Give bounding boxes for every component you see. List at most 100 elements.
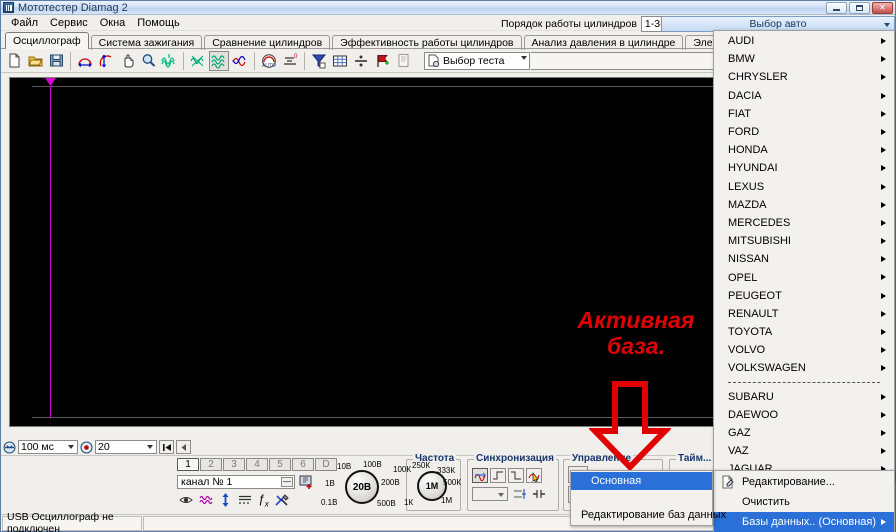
brand-item-hyundai[interactable]: HYUNDAI [714, 159, 894, 177]
open-file-icon[interactable] [25, 51, 45, 71]
line-style-icon[interactable] [238, 494, 252, 506]
db-menu-label: Базы данных.. (Основная) [742, 516, 877, 528]
brand-item-daewoo[interactable]: DAEWOO [714, 406, 894, 424]
sync-falling-edge-icon[interactable] [508, 468, 524, 483]
channel-button-2[interactable]: 2 [200, 458, 222, 471]
hand-pan-icon[interactable] [117, 51, 137, 71]
maximize-button[interactable] [849, 2, 870, 14]
tab-cylinder-comparison[interactable]: Сравнение цилиндров [204, 35, 331, 50]
scope-cursor-line[interactable] [50, 86, 51, 418]
channel-button-4[interactable]: 4 [246, 458, 268, 471]
submenu-arrow-icon [881, 165, 886, 172]
voltage-tick-3: 100В [363, 460, 382, 469]
invert-vertical-icon[interactable] [219, 493, 232, 508]
settings-tools-icon[interactable] [275, 493, 289, 507]
zero-level-icon[interactable]: 0 [280, 51, 300, 71]
new-file-icon[interactable] [4, 51, 24, 71]
submenu-arrow-icon [881, 38, 886, 44]
brand-item-gaz[interactable]: GAZ [714, 424, 894, 442]
test-select-combo[interactable]: Выбор теста [424, 51, 530, 70]
overlay-trace-icon[interactable] [230, 51, 250, 71]
minimize-button[interactable] [826, 2, 847, 14]
channel-button-6[interactable]: 6 [292, 458, 314, 471]
function-fx-icon[interactable]: ƒx [258, 492, 269, 508]
auto-scale-icon[interactable]: AUTO [259, 51, 279, 71]
sync-center-icon[interactable] [532, 488, 546, 500]
brand-item-honda[interactable]: HONDA [714, 141, 894, 159]
brand-item-volkswagen[interactable]: VOLKSWAGEN [714, 359, 894, 377]
sync-cursor-icon[interactable] [526, 468, 542, 483]
base-menu-label: Основная [591, 475, 642, 487]
divide-icon[interactable] [351, 51, 371, 71]
voltage-dial[interactable]: 20В [345, 470, 379, 504]
brand-item-chrysler[interactable]: CHRYSLER [714, 68, 894, 86]
eye-visibility-icon[interactable] [179, 494, 193, 506]
brand-item-peugeot[interactable]: PEUGEOT [714, 287, 894, 305]
brand-item-ford[interactable]: FORD [714, 123, 894, 141]
grid-icon[interactable] [330, 51, 350, 71]
tab-ignition-system[interactable]: Система зажигания [90, 35, 203, 50]
sync-level-icon[interactable] [513, 488, 527, 500]
menu-item-file[interactable]: Файл [5, 16, 44, 30]
brand-item-vaz[interactable]: VAZ [714, 442, 894, 460]
base-menu-item-edit-databases[interactable]: Редактирование баз данных [571, 506, 726, 524]
menu-item-service[interactable]: Сервис [44, 16, 94, 30]
menu-item-help[interactable]: Помощь [131, 16, 186, 30]
filter-icon[interactable] [309, 51, 329, 71]
brand-item-nissan[interactable]: NISSAN [714, 250, 894, 268]
brand-item-opel[interactable]: OPEL [714, 268, 894, 286]
close-button[interactable]: ✕ [872, 2, 893, 14]
waveform-arc-icon[interactable] [75, 51, 95, 71]
brand-item-dacia[interactable]: DACIA [714, 87, 894, 105]
base-menu-item-main[interactable]: Основная [571, 472, 712, 490]
multi-channel-icon[interactable] [159, 51, 179, 71]
channel-name-field[interactable]: канал № 1 — [177, 475, 295, 489]
brand-item-toyota[interactable]: TOYOTA [714, 323, 894, 341]
tab-pressure-analysis[interactable]: Анализ давления в цилиндре [523, 35, 684, 50]
channel-button-3[interactable]: 3 [223, 458, 245, 471]
scope-cursor-handle-left[interactable] [45, 78, 56, 86]
brand-item-audi[interactable]: AUDI [714, 32, 894, 50]
waveform-amplitude-icon[interactable] [96, 51, 116, 71]
brand-item-mazda[interactable]: MAZDA [714, 196, 894, 214]
flag-icon[interactable] [372, 51, 392, 71]
brand-item-fiat[interactable]: FIAT [714, 105, 894, 123]
report-icon[interactable] [393, 51, 413, 71]
channel-button-1[interactable]: 1 [177, 458, 199, 471]
save-file-icon[interactable] [46, 51, 66, 71]
step-back-button[interactable] [176, 440, 191, 454]
submenu-arrow-icon [881, 329, 886, 335]
submenu-arrow-icon [881, 201, 886, 208]
add-channel-icon[interactable] [299, 474, 315, 490]
channel-minus-button[interactable]: — [281, 477, 293, 487]
brand-label: MERCEDES [728, 216, 791, 229]
brand-item-lexus[interactable]: LEXUS [714, 178, 894, 196]
db-menu-item-databases[interactable]: Базы данных.. (Основная) [714, 512, 894, 532]
submenu-arrow-icon [881, 429, 886, 436]
trigger-level-select[interactable]: 20 [95, 440, 157, 454]
brand-item-mitsubishi[interactable]: MITSUBISHI [714, 232, 894, 250]
go-to-start-button[interactable] [159, 440, 174, 454]
brand-item-mercedes[interactable]: MERCEDES [714, 214, 894, 232]
db-menu-item-clear[interactable]: Очистить [714, 492, 894, 512]
base-menu-label: Редактирование баз данных [581, 509, 727, 521]
db-menu-item-edit[interactable]: Редактирование... [714, 472, 894, 492]
tab-oscilloscope[interactable]: Осциллограф [5, 32, 89, 49]
channel-button-5[interactable]: 5 [269, 458, 291, 471]
tab-cylinder-efficiency[interactable]: Эффективность работы цилиндров [332, 35, 522, 50]
menu-item-windows[interactable]: Окна [94, 16, 132, 30]
brand-item-subaru[interactable]: SUBARU [714, 388, 894, 406]
time-scale-select[interactable]: 100 мс [18, 440, 78, 454]
trigger-level-value: 20 [98, 441, 110, 453]
voltage-tick-0: 0.1В [321, 498, 338, 507]
brand-item-bmw[interactable]: BMW [714, 50, 894, 68]
sync-auto-icon[interactable] [472, 468, 488, 483]
sync-source-select[interactable] [472, 487, 508, 501]
zoom-magnifier-icon[interactable] [138, 51, 158, 71]
sync-rising-edge-icon[interactable] [490, 468, 506, 483]
brand-item-renault[interactable]: RENAULT [714, 305, 894, 323]
noise-filter-icon[interactable] [199, 494, 213, 506]
brand-item-volvo[interactable]: VOLVO [714, 341, 894, 359]
single-trace-icon[interactable] [188, 51, 208, 71]
multi-trace-green-icon[interactable] [209, 50, 229, 71]
